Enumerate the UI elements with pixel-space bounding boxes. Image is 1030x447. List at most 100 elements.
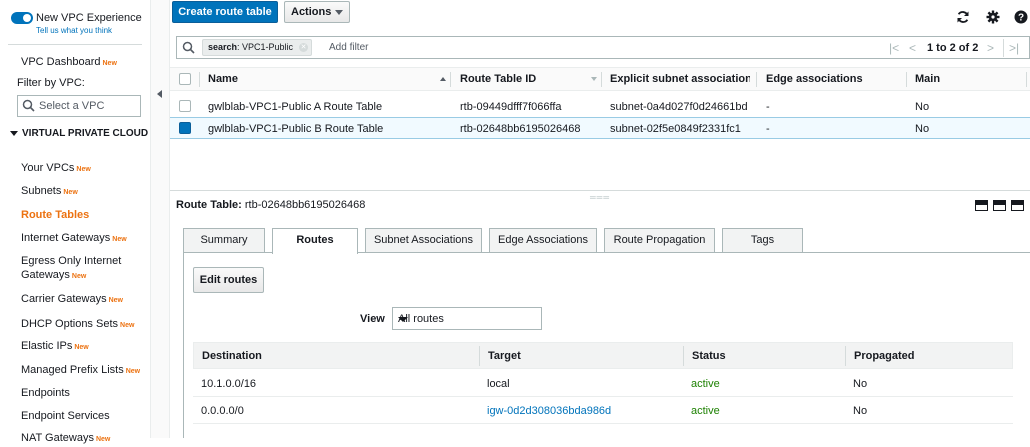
tab-route-propagation[interactable]: Route Propagation [604,228,715,252]
previous-page-icon[interactable]: < [909,41,916,55]
column-header-route-table-id[interactable]: Route Table ID [460,73,536,85]
cell-subnet-associations: subnet-0a4d027f0d24661bd [610,101,748,113]
view-label: View [360,313,385,325]
table-row[interactable]: gwlblab-VPC1-Public A Route Table rtb-09… [170,96,1030,118]
cell-name: gwlblab-VPC1-Public B Route Table [208,123,384,135]
sidebar-item-label: Endpoint Services [21,410,110,422]
column-divider [683,346,684,366]
column-header-name[interactable]: Name [208,73,238,85]
sidebar-item-elastic-ips[interactable]: Elastic IPs New [21,339,89,355]
column-divider [906,72,907,87]
cell-destination: 0.0.0.0/0 [201,405,244,417]
new-badge: New [76,166,91,173]
cell-propagated: No [853,378,868,390]
remove-filter-icon[interactable]: ✕ [299,43,309,52]
search-icon [22,99,35,112]
sidebar-item-your-vpcs[interactable]: Your VPCs New [21,161,91,177]
sidebar-item-vpc-dashboard[interactable]: VPC Dashboard New [21,55,117,71]
cell-main: No [915,101,930,113]
filter-bar[interactable]: search: VPC1-Public ✕ Add filter |< < 1 … [176,36,1030,59]
help-icon[interactable]: ? [1014,10,1028,24]
section-virtual-private-cloud[interactable]: VIRTUAL PRIVATE CLOUD [10,128,148,140]
layout-bottom-panel-icon[interactable] [975,200,988,211]
sidebar-item-label: Your VPCs [21,162,75,174]
layout-full-panel-icon[interactable] [1011,200,1024,211]
feedback-link[interactable]: Tell us what you think [36,26,112,35]
sidebar-item-label: Egress Only Internet [21,255,122,267]
sidebar-item-label: Carrier Gateways [21,293,107,305]
gear-icon[interactable] [986,10,1000,24]
sidebar-item-subnets[interactable]: Subnets New [21,184,78,200]
column-divider [845,346,846,366]
tab-summary[interactable]: Summary [183,228,265,252]
pagination-count: 1 to 2 of 2 [927,42,979,54]
new-badge: New [102,60,117,67]
sidebar-divider [8,44,142,45]
tab-tags[interactable]: Tags [722,228,803,252]
tab-edge-associations[interactable]: Edge Associations [489,228,597,252]
actions-label: Actions [291,6,332,18]
layout-split-panel-icon[interactable] [993,200,1006,211]
sidebar-collapse-handle[interactable] [150,0,170,438]
sidebar-item-nat-gateways[interactable]: NAT Gateways New [21,431,110,447]
cell-route-table-id: rtb-02648bb6195026468 [460,123,581,135]
sidebar-item-carrier-gateways[interactable]: Carrier Gateways New [21,292,123,308]
cell-main: No [915,123,930,135]
sort-icon[interactable] [591,77,597,81]
filter-chip[interactable]: search: VPC1-Public ✕ [202,39,313,56]
sidebar-item-label: Endpoints [21,387,70,399]
cell-target-link[interactable]: igw-0d2d308036bda986d [487,405,611,417]
actions-button[interactable]: Actions [284,1,350,23]
search-icon [182,41,195,54]
next-page-icon[interactable]: > [987,41,994,55]
column-header-main[interactable]: Main [915,73,940,85]
tab-routes[interactable]: Routes [272,228,358,254]
row-checkbox[interactable] [179,122,191,134]
first-page-icon[interactable]: |< [889,41,899,55]
tab-subnet-associations[interactable]: Subnet Associations [365,228,482,252]
cell-edge-associations: - [766,101,770,113]
last-page-icon[interactable]: >| [1009,41,1019,55]
details-title: Route Table: rtb-02648bb6195026468 [176,199,365,211]
sidebar-item-label: VPC Dashboard [21,56,101,68]
table-row-selected[interactable]: gwlblab-VPC1-Public B Route Table rtb-02… [170,117,1030,139]
table-row: 0.0.0.0/0 igw-0d2d308036bda986d active N… [193,398,1013,424]
select-all-checkbox[interactable] [179,73,191,85]
column-header-propagated: Propagated [854,350,915,362]
edit-routes-button[interactable]: Edit routes [193,267,264,293]
sidebar-item-label: Elastic IPs [21,340,73,352]
new-badge: New [125,368,141,375]
new-badge: New [71,273,87,280]
add-filter-input[interactable]: Add filter [329,42,368,53]
create-route-table-button[interactable]: Create route table [172,1,278,23]
new-vpc-experience-toggle[interactable] [11,12,33,24]
new-badge: New [108,297,123,304]
view-select[interactable]: All routes [392,307,542,330]
column-header-explicit-subnet-associations[interactable]: Explicit subnet associations [610,73,750,85]
filter-chip-key: search [208,42,238,52]
cell-target: local [487,378,510,390]
cell-subnet-associations: subnet-02f5e0849f2331fc1 [610,123,741,135]
vpc-filter-select[interactable]: Select a VPC [17,95,141,117]
drag-handle-icon[interactable]: ═══ [590,193,610,202]
sidebar-item-endpoint-services[interactable]: Endpoint Services [21,409,110,423]
sidebar-item-egress-only-internet-gateways[interactable]: Egress Only Internet Gateways New [21,254,121,284]
sidebar-item-label: Managed Prefix Lists [21,364,124,376]
sidebar-item-dhcp-options-sets[interactable]: DHCP Options Sets New [21,317,134,333]
sort-ascending-icon[interactable] [440,77,446,81]
row-checkbox[interactable] [179,100,191,112]
new-badge: New [120,322,135,329]
column-divider [601,72,602,87]
panel-splitter[interactable] [170,190,1030,191]
sidebar-item-endpoints[interactable]: Endpoints [21,386,70,400]
route-tables-header: Name Route Table ID Explicit subnet asso… [170,67,1030,91]
column-divider [450,72,451,87]
sidebar-item-route-tables[interactable]: Route Tables [21,208,89,222]
sidebar-item-managed-prefix-lists[interactable]: Managed Prefix Lists New [21,363,140,379]
cell-status: active [691,405,720,417]
refresh-icon[interactable] [956,10,970,24]
new-badge: New [63,189,78,196]
column-header-edge-associations[interactable]: Edge associations [766,73,863,85]
sidebar-item-internet-gateways[interactable]: Internet Gateways New [21,231,127,247]
cell-destination: 10.1.0.0/16 [201,378,257,390]
